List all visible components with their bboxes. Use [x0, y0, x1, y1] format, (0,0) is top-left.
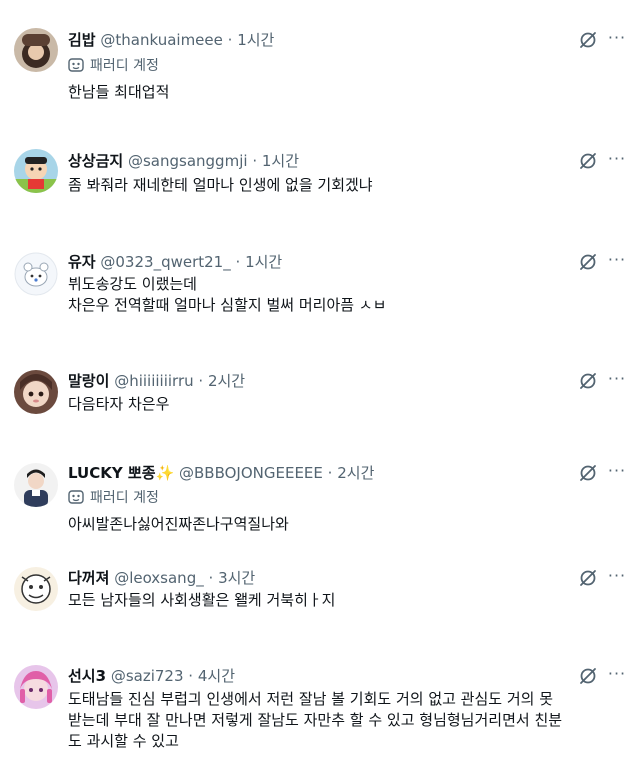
separator-dot: · [188, 667, 194, 685]
more-icon[interactable]: ··· [606, 371, 628, 391]
separator-dot: · [235, 253, 241, 271]
user-handle[interactable]: @leoxsang_ [114, 569, 204, 587]
user-handle[interactable]: @hiiiiiiiirru [114, 372, 193, 390]
reply-text-line: 모든 남자들의 사회생활은 왤케 거북히ㅏ지 [68, 591, 336, 609]
display-name[interactable]: 다꺼져 [68, 569, 109, 587]
reply-text: 다음타자 차은우 [68, 394, 628, 415]
reply-text: 아씨발존나싫어진짜존나구역질나와 [68, 514, 628, 535]
reply-item[interactable]: 다꺼져 @leoxsang_ · 3시간 모든 남자들의 사회생활은 왤케 거북… [0, 560, 640, 660]
reply-header: 김밥 @thankuaimeee · 1시간 [68, 30, 274, 50]
reply-item[interactable]: 김밥 @thankuaimeee · 1시간 패러디 계정 한남들 최대업적 ·… [0, 0, 640, 130]
timestamp[interactable]: 1시간 [245, 253, 282, 271]
reply-text-line: 좀 봐줘라 재네한테 얼마나 인생에 없을 기회겠냐 [68, 176, 373, 194]
reply-text-line: 뷔도송강도 이랬는데 [68, 275, 197, 293]
reply-text-line: 도태남들 진심 부럽긔 인생에서 저런 잘남 볼 기회도 거의 없고 관심도 거… [68, 690, 554, 708]
more-icon[interactable]: ··· [606, 151, 628, 171]
display-name[interactable]: 선시3 [68, 667, 106, 685]
sparkle-emoji: ✨ [155, 464, 175, 482]
reply-header: 상상금지 @sangsanggmji · 1시간 [68, 151, 299, 171]
grok-icon[interactable] [578, 151, 598, 171]
avatar[interactable] [14, 665, 58, 709]
reply-text-line: 도 과시할 수 있고 [68, 732, 179, 750]
timestamp[interactable]: 1시간 [262, 152, 299, 170]
reply-header: 다꺼져 @leoxsang_ · 3시간 [68, 568, 255, 588]
grok-icon[interactable] [578, 252, 598, 272]
separator-dot: · [227, 31, 233, 49]
separator-dot: · [198, 372, 204, 390]
reply-text-line: 받는데 부대 잘 만나면 저렇게 잘남도 자만추 할 수 있고 형님형님거리면서… [68, 711, 563, 729]
avatar[interactable] [14, 149, 58, 193]
reply-text: 한남들 최대업적 [68, 82, 628, 103]
reply-header: 선시3 @sazi723 · 4시간 [68, 666, 235, 686]
timestamp[interactable]: 2시간 [337, 464, 374, 482]
reply-text: 뷔도송강도 이랬는데 차은우 전역할때 얼마나 심할지 벌써 머리아픔 ㅅㅂ [68, 274, 628, 316]
user-handle[interactable]: @sazi723 [111, 667, 184, 685]
user-handle[interactable]: @0323_qwert21_ [100, 253, 230, 271]
timestamp[interactable]: 4시간 [198, 667, 235, 685]
separator-dot: · [208, 569, 214, 587]
avatar[interactable] [14, 463, 58, 507]
reply-header: 말랑이 @hiiiiiiiirru · 2시간 [68, 371, 245, 391]
avatar[interactable] [14, 567, 58, 611]
reply-text: 좀 봐줘라 재네한테 얼마나 인생에 없을 기회겠냐 [68, 175, 628, 196]
avatar[interactable] [14, 370, 58, 414]
reply-text: 모든 남자들의 사회생활은 왤케 거북히ㅏ지 [68, 590, 628, 611]
display-name[interactable]: 김밥 [68, 31, 96, 49]
separator-dot: · [252, 152, 258, 170]
user-handle[interactable]: @thankuaimeee [100, 31, 222, 49]
display-name[interactable]: LUCKY 뽀종 [68, 464, 156, 482]
grok-icon[interactable] [578, 371, 598, 391]
parody-mask-icon [68, 58, 84, 72]
display-name[interactable]: 말랑이 [68, 372, 109, 390]
grok-icon[interactable] [578, 568, 598, 588]
timestamp[interactable]: 3시간 [218, 569, 255, 587]
display-name[interactable]: 유자 [68, 253, 96, 271]
parody-badge: 패러디 계정 [68, 57, 159, 75]
avatar[interactable] [14, 252, 58, 296]
parody-label: 패러디 계정 [90, 490, 159, 506]
more-icon[interactable]: ··· [606, 568, 628, 588]
parody-badge: 패러디 계정 [68, 489, 159, 507]
grok-icon[interactable] [578, 666, 598, 686]
parody-label: 패러디 계정 [90, 58, 159, 74]
avatar[interactable] [14, 28, 58, 72]
grok-icon[interactable] [578, 30, 598, 50]
reply-item[interactable]: 선시3 @sazi723 · 4시간 도태남들 진심 부럽긔 인생에서 저런 잘… [0, 660, 640, 783]
parody-mask-icon [68, 490, 84, 504]
more-icon[interactable]: ··· [606, 252, 628, 272]
more-icon[interactable]: ··· [606, 463, 628, 483]
reply-text: 도태남들 진심 부럽긔 인생에서 저런 잘남 볼 기회도 거의 없고 관심도 거… [68, 689, 628, 752]
reply-item[interactable]: 말랑이 @hiiiiiiiirru · 2시간 다음타자 차은우 ··· [0, 360, 640, 455]
display-name[interactable]: 상상금지 [68, 152, 123, 170]
reply-text-line: 한남들 최대업적 [68, 83, 170, 101]
user-handle[interactable]: @sangsanggmji [128, 152, 248, 170]
separator-dot: · [327, 464, 333, 482]
reply-header: 유자 @0323_qwert21_ · 1시간 [68, 252, 282, 272]
reply-text-line: 아씨발존나싫어진짜존나구역질나와 [68, 515, 289, 533]
more-icon[interactable]: ··· [606, 666, 628, 686]
user-handle[interactable]: @BBBOJONGEEEEE [179, 464, 323, 482]
timestamp[interactable]: 2시간 [208, 372, 245, 390]
reply-item[interactable]: LUCKY 뽀종✨ @BBBOJONGEEEEE · 2시간 패러디 계정 아씨… [0, 455, 640, 560]
reply-header: LUCKY 뽀종✨ @BBBOJONGEEEEE · 2시간 [68, 463, 374, 483]
reply-text-line: 차은우 전역할때 얼마나 심할지 벌써 머리아픔 ㅅㅂ [68, 296, 387, 314]
reply-item[interactable]: 상상금지 @sangsanggmji · 1시간 좀 봐줘라 재네한테 얼마나 … [0, 130, 640, 240]
more-icon[interactable]: ··· [606, 30, 628, 50]
grok-icon[interactable] [578, 463, 598, 483]
timestamp[interactable]: 1시간 [237, 31, 274, 49]
reply-item[interactable]: 유자 @0323_qwert21_ · 1시간 뷔도송강도 이랬는데 차은우 전… [0, 240, 640, 360]
reply-text-line: 다음타자 차은우 [68, 395, 170, 413]
